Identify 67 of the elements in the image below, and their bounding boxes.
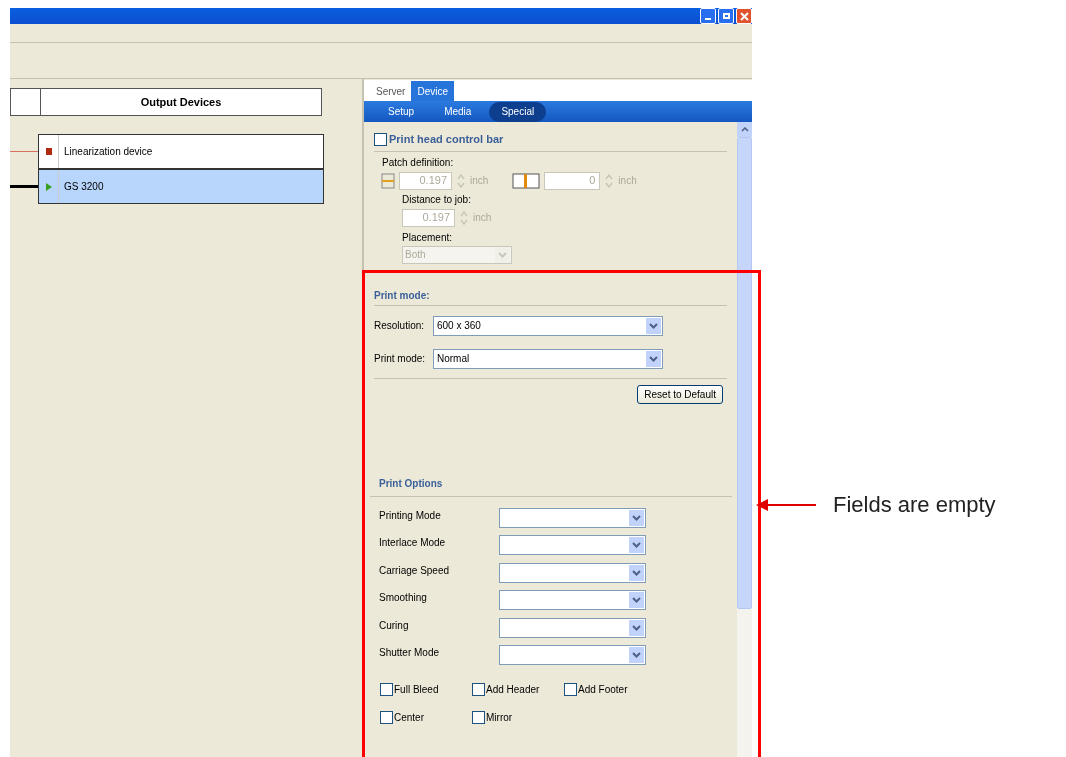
dropdown[interactable] bbox=[499, 507, 646, 528]
field-label: Printing Mode bbox=[379, 508, 442, 523]
field-label: Distance to job: bbox=[402, 192, 472, 207]
tab[interactable]: Device bbox=[411, 81, 455, 101]
caret-icon bbox=[629, 537, 644, 554]
field-label: Smoothing bbox=[379, 591, 428, 606]
dropdown[interactable] bbox=[499, 535, 646, 556]
play-icon bbox=[45, 182, 52, 191]
dropdown[interactable]: 600 x 360 bbox=[433, 315, 663, 336]
caret-icon bbox=[495, 246, 510, 263]
field-label: Print mode: bbox=[374, 352, 427, 366]
checkbox-label: Full Bleed bbox=[394, 683, 439, 698]
checkbox[interactable] bbox=[380, 683, 393, 697]
section-title: Print mode: bbox=[374, 289, 430, 301]
scroll-thumb[interactable] bbox=[737, 137, 752, 609]
device-item[interactable]: Linearization device bbox=[38, 134, 324, 169]
unit-label: inch bbox=[473, 211, 492, 225]
field-label: Resolution: bbox=[374, 319, 426, 333]
subtab[interactable]: Media bbox=[432, 101, 484, 122]
caret-icon bbox=[629, 619, 644, 636]
checkbox[interactable] bbox=[564, 683, 577, 697]
close-button[interactable] bbox=[736, 8, 752, 24]
section-title: Print Options bbox=[379, 477, 443, 489]
caret-icon bbox=[629, 647, 644, 664]
dropdown[interactable] bbox=[499, 562, 646, 583]
subtab[interactable]: Special bbox=[489, 101, 547, 122]
caret-icon bbox=[629, 592, 644, 609]
checkbox-label: Center bbox=[394, 711, 424, 726]
annotation-text: Fields are empty bbox=[833, 491, 996, 519]
checkbox[interactable] bbox=[472, 683, 485, 697]
close-icon bbox=[739, 11, 749, 21]
dropdown[interactable] bbox=[499, 617, 646, 638]
caret-icon bbox=[646, 350, 661, 367]
field-label: Patch definition: bbox=[382, 155, 455, 170]
subtab[interactable]: Setup bbox=[376, 101, 427, 122]
scrollbar[interactable] bbox=[737, 122, 752, 757]
reset-button[interactable]: Reset to Default bbox=[637, 384, 723, 404]
scroll-up-button[interactable] bbox=[737, 122, 752, 137]
caret-icon bbox=[629, 564, 644, 581]
field-label: Interlace Mode bbox=[379, 536, 447, 551]
field-label: Placement: bbox=[402, 230, 454, 245]
field-label: Shutter Mode bbox=[379, 646, 441, 661]
offset-icon bbox=[512, 172, 541, 189]
stop-icon bbox=[45, 148, 52, 155]
dropdown[interactable] bbox=[499, 645, 646, 666]
dropdown[interactable] bbox=[499, 590, 646, 611]
caret-icon bbox=[629, 509, 644, 526]
checkbox[interactable] bbox=[472, 711, 485, 725]
checkbox-label: Add Footer bbox=[578, 683, 628, 698]
caret-icon bbox=[646, 317, 661, 334]
minimize-button[interactable] bbox=[700, 8, 716, 24]
section-title: Print head control bar bbox=[389, 132, 504, 147]
connector-line bbox=[10, 151, 38, 152]
unit-label: inch bbox=[618, 174, 637, 188]
restore-button[interactable] bbox=[718, 8, 734, 24]
field-label: Carriage Speed bbox=[379, 563, 451, 578]
checkbox-label: Mirror bbox=[486, 711, 513, 726]
checkbox[interactable] bbox=[380, 711, 393, 725]
arrow-icon bbox=[756, 499, 816, 511]
dropdown[interactable]: Normal bbox=[433, 348, 663, 369]
connector-line bbox=[10, 185, 38, 188]
device-item[interactable]: GS 3200 bbox=[38, 169, 324, 204]
height-icon bbox=[381, 172, 395, 189]
field-label: Curing bbox=[379, 618, 410, 633]
checkbox-label: Add Header bbox=[486, 683, 540, 698]
column-header: Output Devices bbox=[139, 94, 223, 110]
unit-label: inch bbox=[470, 174, 489, 188]
